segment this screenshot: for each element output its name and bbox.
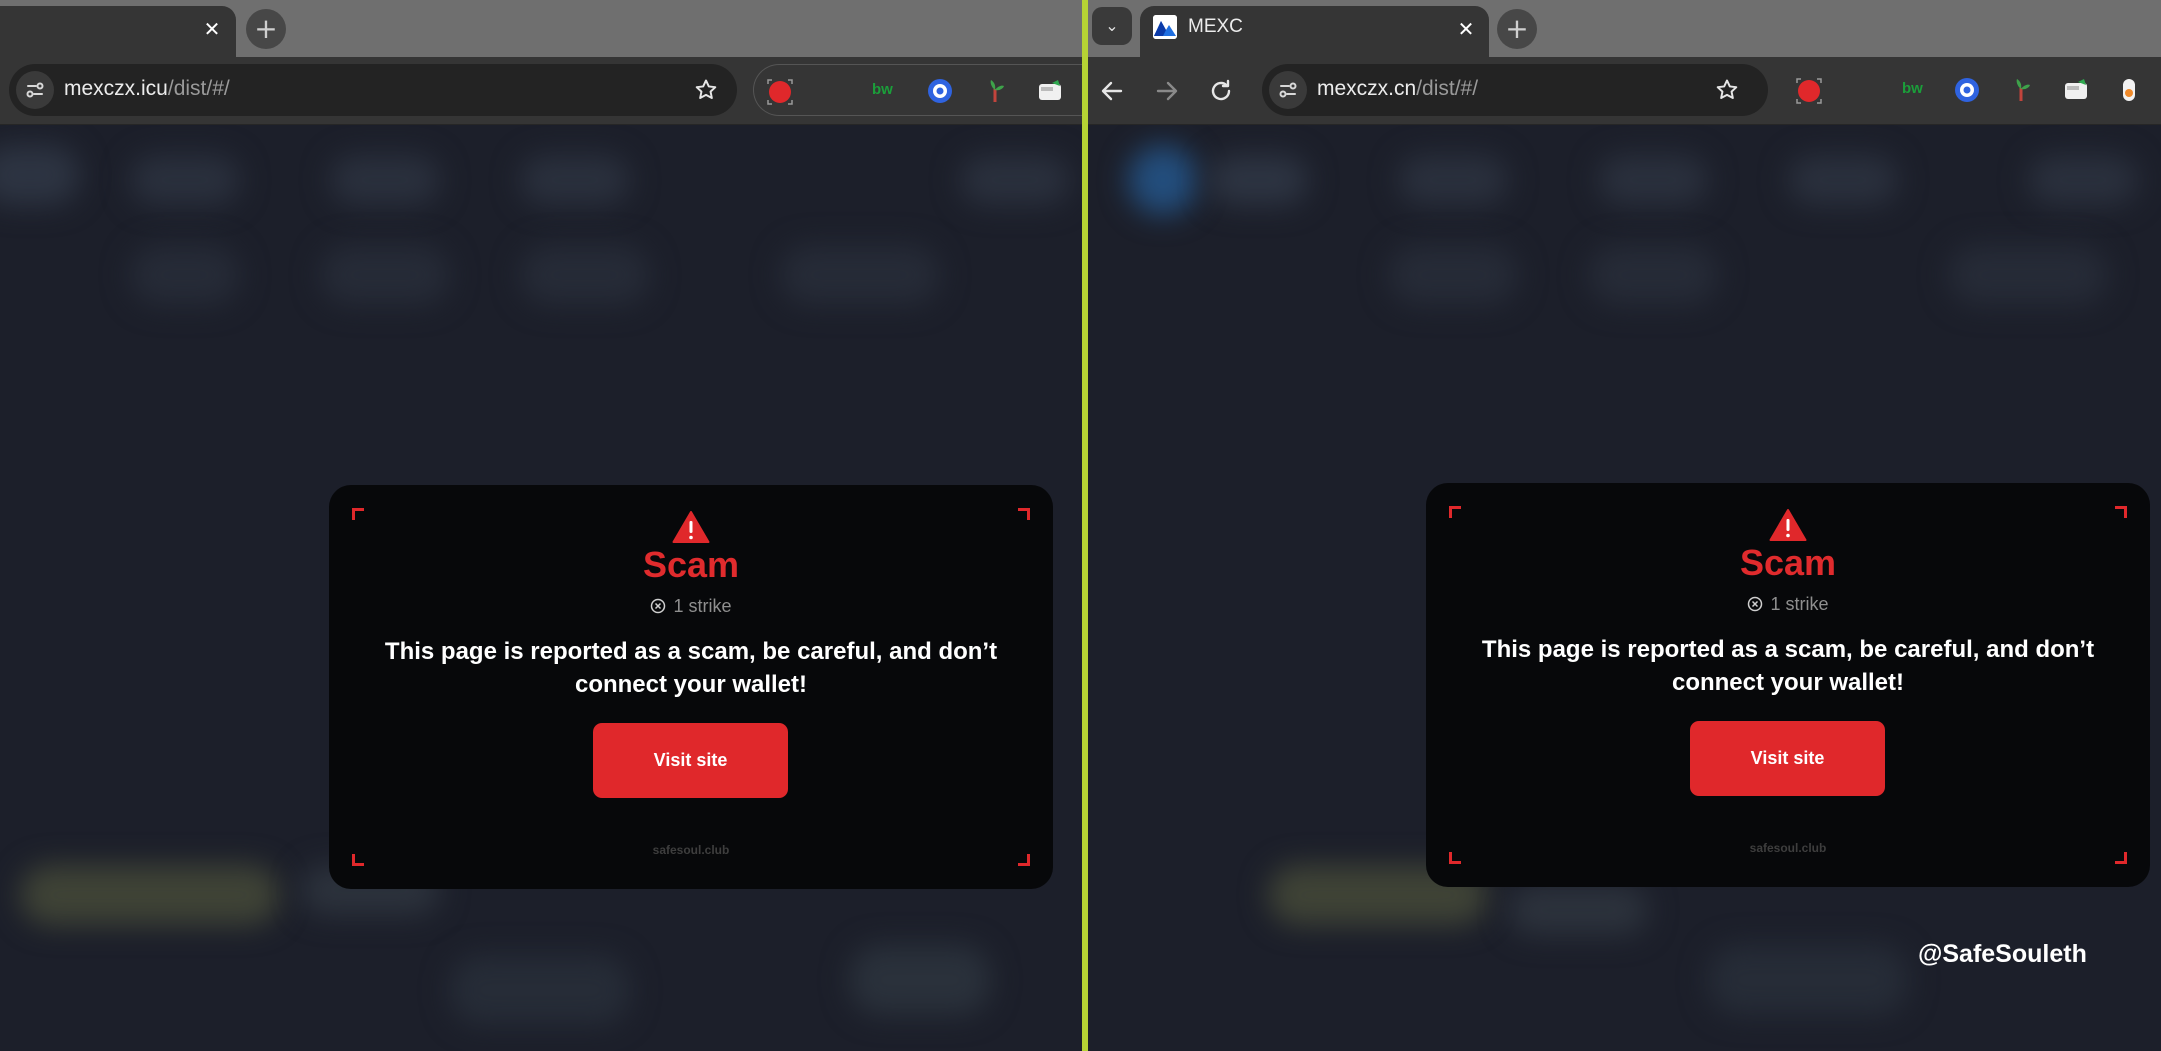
corner-mark	[2115, 506, 2127, 518]
comparison-screenshot: ✕ + mexczx.icu/dist/#/ bw Scam 1 strike …	[0, 0, 2161, 1051]
author-watermark: @SafeSouleth	[1918, 940, 2087, 968]
warning-message: This page is reported as a scam, be care…	[1481, 636, 2095, 696]
url-path: /dist/#/	[167, 77, 230, 100]
strike-count: 1 strike	[1426, 594, 2150, 615]
url-text[interactable]: mexczx.cn/dist/#/	[1317, 77, 1478, 101]
active-tab[interactable]: MEXC ✕	[1140, 6, 1489, 57]
bw-extension-icon[interactable]: bw	[1901, 77, 1927, 103]
strike-text: 1 strike	[1770, 594, 1829, 614]
visit-site-button[interactable]: Visit site	[1690, 721, 1885, 796]
tab-strip: ✕ +	[0, 0, 1082, 57]
address-bar[interactable]: mexczx.cn/dist/#/	[1262, 64, 1768, 116]
reload-icon[interactable]	[1201, 71, 1241, 111]
corner-mark	[1449, 506, 1461, 518]
verdict-title: Scam	[642, 544, 740, 585]
strike-count: 1 strike	[329, 596, 1053, 617]
target-extension-icon[interactable]	[1954, 77, 1980, 103]
strike-text: 1 strike	[673, 596, 732, 616]
wallet-extension-icon[interactable]	[1037, 78, 1063, 104]
forward-arrow-icon[interactable]	[1147, 71, 1187, 111]
verdict-title: Scam	[1739, 542, 1837, 583]
address-bar[interactable]: mexczx.icu/dist/#/	[9, 64, 737, 116]
warning-message: This page is reported as a scam, be care…	[384, 638, 998, 698]
bw-extension-icon[interactable]: bw	[871, 78, 897, 104]
plant-extension-icon[interactable]	[2008, 77, 2034, 103]
visit-site-button[interactable]: Visit site	[593, 723, 788, 798]
right-browser-window: ⌄ MEXC ✕ + mexczx.cn/dist/#/ bw Scam 1 s…	[1088, 0, 2161, 1051]
warning-triangle-icon	[1769, 509, 1807, 541]
close-tab-icon[interactable]: ✕	[201, 18, 223, 40]
browser-toolbar: mexczx.cn/dist/#/ bw	[1088, 57, 2161, 125]
extensions-area: bw	[753, 64, 1082, 116]
plant-extension-icon[interactable]	[982, 78, 1008, 104]
close-tab-icon[interactable]: ✕	[1455, 18, 1477, 40]
back-arrow-icon[interactable]	[1092, 71, 1132, 111]
site-info-icon[interactable]	[1269, 71, 1307, 109]
tab-strip: ⌄ MEXC ✕ +	[1088, 0, 2161, 57]
url-text[interactable]: mexczx.icu/dist/#/	[64, 77, 230, 101]
tab-search-button[interactable]: ⌄	[1092, 7, 1132, 45]
target-extension-icon[interactable]	[927, 78, 953, 104]
url-host: mexczx.cn	[1317, 77, 1417, 100]
scam-warning-card: Scam 1 strike This page is reported as a…	[329, 485, 1053, 889]
bw-extension-label: bw	[872, 81, 893, 98]
warning-triangle-icon	[672, 511, 710, 543]
strike-x-circle-icon	[1748, 596, 1763, 612]
browser-toolbar: mexczx.icu/dist/#/ bw	[0, 57, 1082, 125]
bookmark-star-icon[interactable]	[693, 77, 719, 103]
record-extension-icon[interactable]	[766, 78, 793, 105]
url-path: /dist/#/	[1416, 77, 1479, 100]
site-info-icon[interactable]	[16, 71, 54, 109]
active-tab[interactable]: ✕	[0, 6, 236, 57]
bookmark-star-icon[interactable]	[1714, 77, 1740, 103]
tab-title: MEXC	[1188, 16, 1243, 37]
corner-mark	[352, 508, 364, 520]
brand-footer: safesoul.club	[1749, 841, 1827, 855]
toggle-extension-icon[interactable]	[2116, 77, 2142, 103]
new-tab-button[interactable]: +	[1497, 9, 1537, 49]
url-host: mexczx.icu	[64, 77, 168, 100]
corner-mark	[1018, 508, 1030, 520]
bw-extension-label: bw	[1902, 80, 1923, 97]
new-tab-button[interactable]: +	[246, 9, 286, 49]
strike-x-circle-icon	[651, 598, 666, 614]
mexc-favicon	[1153, 15, 1177, 39]
left-browser-window: ✕ + mexczx.icu/dist/#/ bw Scam 1 strike …	[0, 0, 1082, 1051]
record-extension-icon[interactable]	[1795, 77, 1822, 104]
scam-warning-card: Scam 1 strike This page is reported as a…	[1426, 483, 2150, 887]
wallet-extension-icon[interactable]	[2063, 77, 2089, 103]
extensions-area: bw	[1782, 64, 2161, 116]
brand-footer: safesoul.club	[652, 843, 730, 857]
